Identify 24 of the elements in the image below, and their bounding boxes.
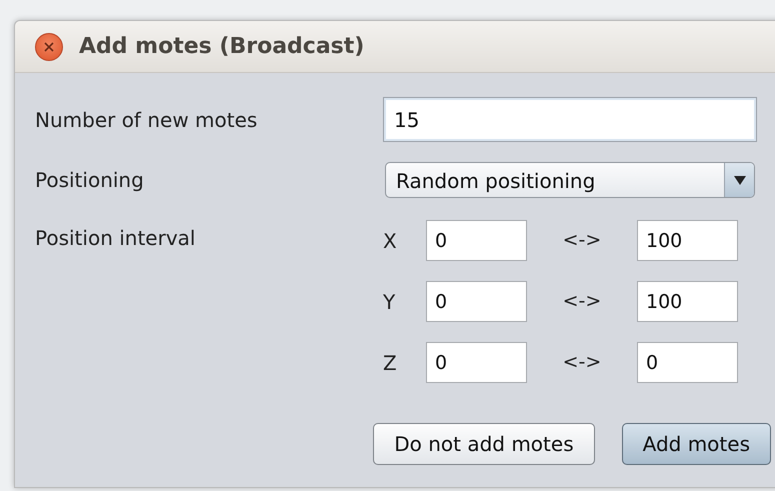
input-field[interactable]: 0 — [426, 220, 527, 261]
axis-label: Z — [383, 350, 398, 376]
dropdown-arrow-button[interactable] — [724, 163, 754, 197]
input-field[interactable]: 0 — [426, 281, 527, 322]
dialog-button[interactable]: Do not add motes — [373, 423, 595, 465]
field-label: Number of new motes — [35, 106, 258, 134]
range-separator: <-> — [562, 350, 602, 376]
caret-icon — [734, 176, 746, 184]
input-field[interactable]: 100 — [637, 281, 738, 322]
range-separator: <-> — [562, 289, 602, 314]
dropdown[interactable]: Random positioning — [385, 162, 755, 198]
field-label: Position interval — [35, 225, 196, 252]
field-label: Positioning — [35, 167, 145, 194]
window-title: Add motes (Broadcast) — [79, 33, 364, 61]
input-field[interactable]: 0 — [637, 342, 738, 383]
axis-label: Y — [383, 288, 396, 316]
input-field[interactable]: 15 — [383, 97, 757, 142]
input-field[interactable]: 0 — [426, 342, 527, 383]
range-separator: <-> — [562, 228, 602, 254]
axis-label: X — [383, 228, 398, 254]
close-icon — [44, 42, 54, 52]
default-button[interactable]: Add motes — [622, 423, 771, 465]
close-button[interactable] — [35, 32, 63, 60]
input-field[interactable]: 100 — [637, 220, 738, 261]
